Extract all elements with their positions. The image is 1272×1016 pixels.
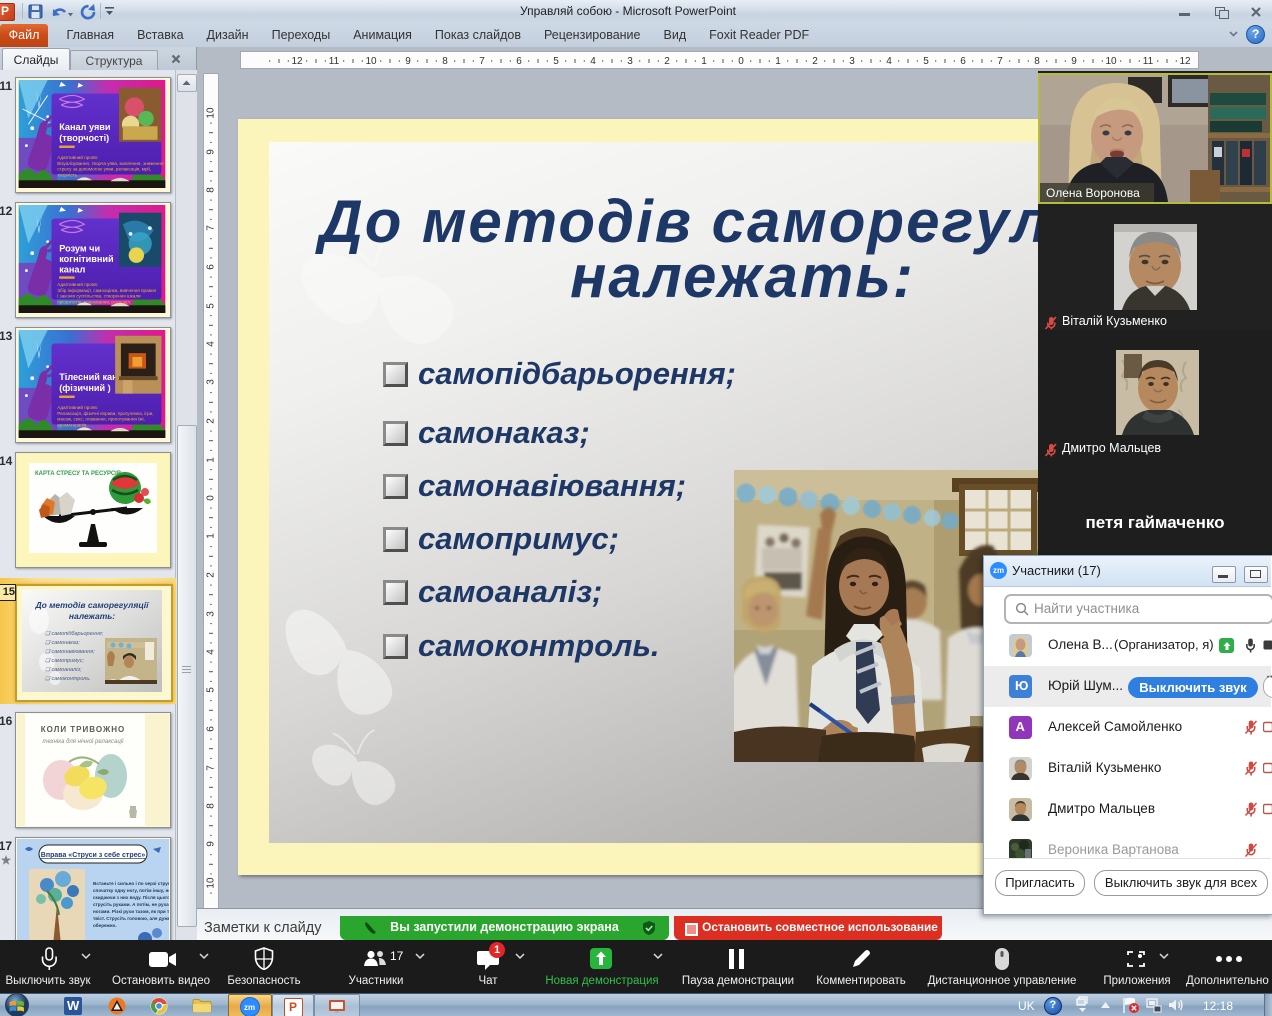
svg-text:Адаптивний прояв:: Адаптивний прояв: — [57, 404, 98, 410]
svg-text:5: 5 — [206, 687, 217, 693]
svg-text:До методів саморегуляції: До методів саморегуляції — [34, 600, 150, 610]
svg-text:Релаксація, фізичні вправи, пр: Релаксація, фізичні вправи, прогулянка, … — [57, 411, 153, 416]
svg-text:струсіть руками. А потім, не р: струсіть руками. А потім, не рухаючи — [93, 902, 169, 907]
svg-text:12: 12 — [291, 56, 303, 67]
svg-text:❑ самонаказ;: ❑ самонаказ; — [45, 640, 80, 646]
svg-text:10: 10 — [1105, 56, 1117, 67]
svg-text:твіст. Струсіть головою, але д: твіст. Струсіть головою, але дуже — [93, 916, 169, 921]
svg-text:2: 2 — [812, 56, 818, 67]
svg-text:ароматерапія.: ароматерапія. — [57, 422, 87, 427]
svg-text:3: 3 — [206, 611, 217, 617]
svg-text:❑ самонавіювання;: ❑ самонавіювання; — [45, 649, 95, 655]
svg-text:4: 4 — [206, 341, 217, 347]
svg-text:Встаньте і сильно і по черзі с: Встаньте і сильно і по черзі струсіть — [93, 881, 169, 886]
svg-text:Розум чи: Розум чи — [59, 243, 100, 253]
svg-text:2: 2 — [664, 56, 670, 67]
svg-text:стресу за допомогою уяви, рела: стресу за допомогою уяви, релаксація, мр… — [57, 167, 151, 172]
svg-text:11: 11 — [329, 56, 340, 67]
svg-text:Адаптивний прояв:: Адаптивний прояв: — [57, 281, 98, 287]
svg-text:і законів суспільства, створен: і законів суспільства, створення шкали — [57, 294, 141, 299]
svg-text:обережно.: обережно. — [93, 922, 117, 928]
svg-text:7: 7 — [206, 765, 217, 771]
svg-text:9: 9 — [1071, 56, 1077, 67]
svg-text:8: 8 — [206, 187, 217, 193]
svg-text:8: 8 — [1034, 56, 1040, 67]
svg-text:9: 9 — [206, 841, 217, 847]
svg-text:5: 5 — [553, 56, 559, 67]
svg-text:3: 3 — [849, 56, 855, 67]
svg-text:скидаючи з них воду. Після цьо: скидаючи з них воду. Після цього різко — [93, 895, 169, 900]
svg-text:когнітивний: когнітивний — [59, 254, 113, 264]
svg-text:❑ самопідбарьорення;: ❑ самопідбарьорення; — [45, 631, 104, 637]
svg-text:0: 0 — [738, 56, 744, 67]
svg-text:1: 1 — [206, 457, 217, 463]
svg-text:10: 10 — [365, 56, 377, 67]
svg-text:6: 6 — [206, 726, 217, 732]
svg-text:5: 5 — [206, 303, 217, 309]
svg-text:11: 11 — [1143, 56, 1154, 67]
svg-text:1: 1 — [701, 56, 707, 67]
svg-text:(творчості): (творчості) — [59, 133, 109, 143]
svg-text:10: 10 — [206, 877, 217, 889]
svg-text:Збір інформації, самооцінка, в: Збір інформації, самооцінка, вивчення пр… — [57, 288, 156, 293]
svg-text:4: 4 — [590, 56, 596, 67]
svg-text:КАРТА СТРЕСУ ТА РЕСУРСІВ: КАРТА СТРЕСУ ТА РЕСУРСІВ — [35, 471, 122, 477]
svg-text:(фізичний ): (фізичний ) — [59, 383, 110, 393]
svg-text:2: 2 — [206, 418, 217, 424]
svg-text:спочатку одну ногу, потім іншу: спочатку одну ногу, потім іншу, немов — [93, 888, 169, 893]
svg-text:ногами. Різкі рухи тазом, як п: ногами. Різкі рухи тазом, як при танці — [93, 909, 169, 914]
svg-text:7: 7 — [206, 225, 217, 231]
svg-text:2: 2 — [206, 572, 217, 578]
svg-text:12: 12 — [1179, 56, 1191, 67]
svg-text:10: 10 — [206, 107, 217, 119]
svg-text:3: 3 — [627, 56, 633, 67]
svg-text:техніка для нічної релаксації: техніка для нічної релаксації — [43, 739, 125, 745]
svg-text:Олена Воронова: Олена Воронова — [1046, 186, 1140, 200]
svg-text:КОЛИ ТРИВОЖНО: КОЛИ ТРИВОЖНО — [41, 725, 125, 734]
svg-text:4: 4 — [886, 56, 892, 67]
svg-text:0: 0 — [206, 495, 217, 501]
svg-text:Вправа «Струси з себе стрес»: Вправа «Струси з себе стрес» — [41, 851, 145, 859]
svg-text:Канал уяви: Канал уяви — [59, 122, 110, 132]
svg-text:3: 3 — [206, 379, 217, 385]
svg-text:9: 9 — [206, 149, 217, 155]
svg-text:1: 1 — [775, 56, 781, 67]
svg-text:❑ самоаналіз;: ❑ самоаналіз; — [45, 667, 82, 673]
svg-text:❑ самопримус;: ❑ самопримус; — [45, 658, 84, 664]
svg-text:6: 6 — [206, 264, 217, 270]
svg-text:6: 6 — [960, 56, 966, 67]
svg-text:❑ самоконтроль.: ❑ самоконтроль. — [45, 676, 91, 682]
svg-text:5: 5 — [923, 56, 929, 67]
svg-text:масаж, секс, плавання, приготу: масаж, секс, плавання, приготування їжі, — [57, 417, 145, 422]
svg-text:канал: канал — [59, 265, 85, 275]
svg-text:9: 9 — [405, 56, 411, 67]
svg-text:належать:: належать: — [69, 611, 115, 621]
svg-text:7: 7 — [997, 56, 1003, 67]
svg-text:7: 7 — [479, 56, 485, 67]
svg-text:Візуалізування, творча уява, м: Візуалізування, творча уява, мовлення, з… — [57, 161, 164, 166]
svg-text:8: 8 — [442, 56, 448, 67]
svg-text:Адаптивний прояв:: Адаптивний прояв: — [57, 154, 98, 160]
svg-text:8: 8 — [206, 803, 217, 809]
svg-text:4: 4 — [206, 649, 217, 655]
svg-text:6: 6 — [516, 56, 522, 67]
svg-text:1: 1 — [206, 533, 217, 539]
svg-text:творчість.: творчість. — [57, 172, 78, 177]
